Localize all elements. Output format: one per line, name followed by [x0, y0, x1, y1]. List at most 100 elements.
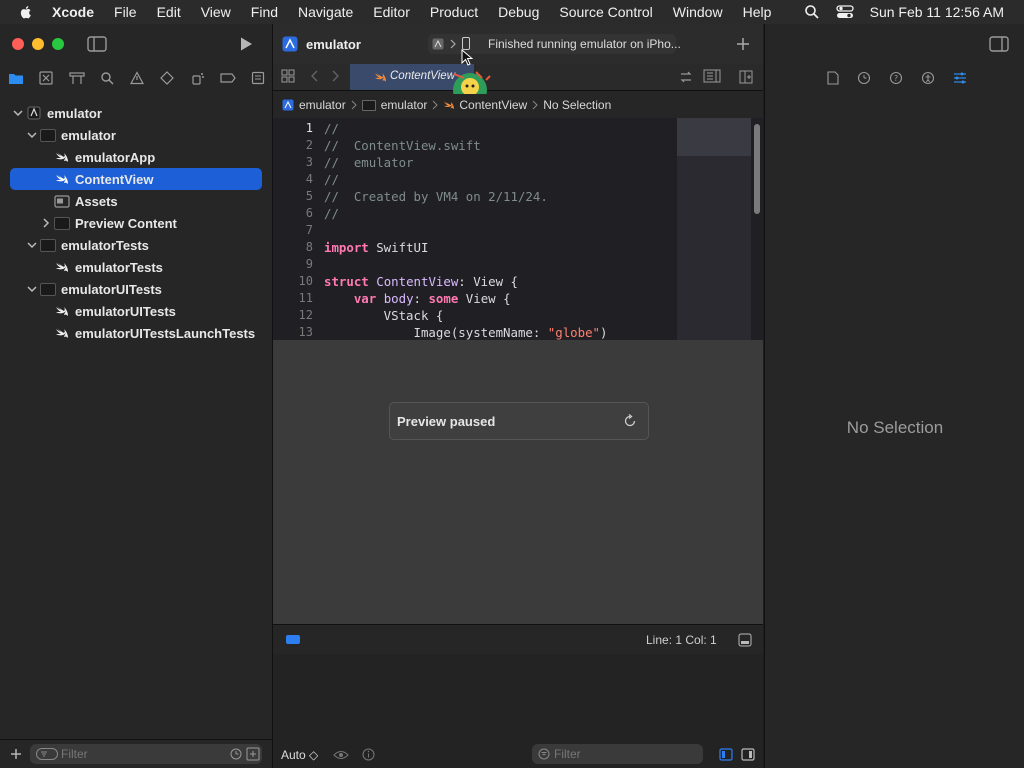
tree-item-emulatorapp[interactable]: emulatorApp: [10, 146, 264, 168]
code-line[interactable]: // Created by VM4 on 2/11/24.: [324, 189, 548, 204]
file-inspector-icon[interactable]: [827, 71, 839, 85]
disclosure-chevron-down-icon[interactable]: [26, 285, 38, 293]
menu-source-control[interactable]: Source Control: [559, 4, 652, 20]
attributes-inspector-sliders-icon[interactable]: [953, 71, 967, 85]
tree-item-launchtests-file[interactable]: emulatorUITestsLaunchTests: [10, 322, 264, 344]
eye-icon[interactable]: [333, 750, 349, 760]
source-control-filter-icon[interactable]: [246, 747, 260, 761]
tree-item-assets[interactable]: Assets: [10, 190, 264, 212]
code-line[interactable]: //: [324, 172, 339, 187]
minimize-window-button[interactable]: [32, 38, 44, 50]
disclosure-chevron-down-icon[interactable]: [26, 131, 38, 139]
menu-navigate[interactable]: Navigate: [298, 4, 353, 20]
app-menu[interactable]: Xcode: [52, 4, 94, 20]
report-navigator-list-icon[interactable]: [248, 68, 268, 88]
code-line[interactable]: // emulator: [324, 155, 414, 170]
tree-item-folder-emulatortests[interactable]: emulatorTests: [10, 234, 264, 256]
spotlight-search-icon[interactable]: [804, 4, 820, 20]
menu-file[interactable]: File: [114, 4, 137, 20]
history-inspector-clock-icon[interactable]: [857, 71, 871, 85]
tree-item-emulatoruitests-file[interactable]: emulatorUITests: [10, 300, 264, 322]
code-line[interactable]: import SwiftUI: [324, 240, 428, 255]
menu-product[interactable]: Product: [430, 4, 478, 20]
variables-scope-popup[interactable]: Auto ◇: [281, 748, 318, 762]
project-navigator-folder-icon[interactable]: [6, 68, 26, 88]
menu-help[interactable]: Help: [743, 4, 772, 20]
menu-editor[interactable]: Editor: [373, 4, 410, 20]
tree-item-emulatortests-file[interactable]: emulatorTests: [10, 256, 264, 278]
disclosure-chevron-right-icon[interactable]: [40, 218, 52, 228]
scheme-name[interactable]: emulator: [306, 37, 361, 52]
menu-edit[interactable]: Edit: [157, 4, 181, 20]
preview-status-text: Preview paused: [397, 414, 496, 429]
test-navigator-diamond-icon[interactable]: [157, 68, 177, 88]
filter-options-icon[interactable]: [36, 748, 58, 760]
source-code-editor[interactable]: 1 2 3 4 5 6 7 8 9 10 11 12 13 //// ContentView.swift…: [273, 118, 763, 340]
tree-item-contentview-selected[interactable]: ContentView: [10, 168, 262, 190]
close-window-button[interactable]: [12, 38, 24, 50]
minimap-viewport[interactable]: [677, 118, 751, 156]
show-console-view-icon[interactable]: [741, 748, 755, 761]
menu-find[interactable]: Find: [251, 4, 278, 20]
hide-debug-area-icon[interactable]: [738, 633, 752, 647]
zoom-window-button[interactable]: [52, 38, 64, 50]
code-line[interactable]: VStack {: [324, 308, 444, 323]
breadcrumb-project[interactable]: emulator: [299, 98, 346, 112]
navigate-forward-chevron-icon[interactable]: [331, 70, 339, 82]
tree-item-preview-content[interactable]: Preview Content: [10, 212, 264, 234]
add-plus-icon[interactable]: [10, 748, 22, 760]
code-review-arrows-icon[interactable]: [679, 70, 693, 84]
inspector-toggle-icon[interactable]: [989, 36, 1009, 52]
info-icon[interactable]: [362, 748, 375, 761]
source-control-navigator-icon[interactable]: [36, 68, 56, 88]
run-play-icon[interactable]: [238, 36, 254, 52]
tree-item-folder-emulatoruitests[interactable]: emulatorUITests: [10, 278, 264, 300]
recent-files-clock-icon[interactable]: [230, 748, 242, 760]
code-line[interactable]: //: [324, 121, 339, 136]
tree-item-label: emulatorUITestsLaunchTests: [75, 325, 256, 341]
breadcrumb-symbol[interactable]: No Selection: [543, 98, 611, 112]
code-line[interactable]: //: [324, 206, 339, 221]
editor-vertical-scrollbar[interactable]: [754, 124, 760, 214]
tree-item-label: emulatorTests: [75, 259, 163, 275]
breadcrumb-folder[interactable]: emulator: [381, 98, 428, 112]
sidebar-toggle-icon[interactable]: [87, 36, 107, 52]
find-navigator-magnifier-icon[interactable]: [97, 68, 117, 88]
code-line[interactable]: // ContentView.swift: [324, 138, 481, 153]
symbol-navigator-icon[interactable]: [67, 68, 87, 88]
disclosure-chevron-down-icon[interactable]: [12, 109, 24, 117]
editor-tab-bar: ContentView: [273, 64, 763, 91]
quick-help-question-icon[interactable]: ?: [889, 71, 903, 85]
menu-window[interactable]: Window: [673, 4, 723, 20]
disclosure-chevron-down-icon[interactable]: [26, 241, 38, 249]
menu-debug[interactable]: Debug: [498, 4, 539, 20]
debug-area-toggle-icon[interactable]: [286, 635, 300, 644]
navigator-filter-field[interactable]: Filter: [30, 744, 262, 764]
breadcrumb-file[interactable]: ContentView: [459, 98, 527, 112]
breakpoint-navigator-tag-icon[interactable]: [218, 68, 238, 88]
app-scheme-icon[interactable]: [432, 38, 444, 50]
add-editor-split-icon[interactable]: [739, 70, 753, 84]
related-items-grid-icon[interactable]: [281, 69, 295, 83]
line-number: 6: [305, 206, 313, 220]
code-line[interactable]: Image(systemName: "globe"): [324, 325, 608, 340]
accessibility-inspector-icon[interactable]: [921, 71, 935, 85]
issue-navigator-warning-icon[interactable]: [127, 68, 147, 88]
tree-item-project-emulator[interactable]: emulator: [10, 102, 264, 124]
apple-logo-icon[interactable]: [18, 4, 34, 20]
control-center-icon[interactable]: [835, 4, 854, 20]
editor-options-icon[interactable]: [703, 69, 721, 83]
navigate-back-chevron-icon[interactable]: [311, 70, 319, 82]
menu-view[interactable]: View: [201, 4, 231, 20]
inspector-empty-label: No Selection: [846, 418, 944, 437]
console-filter-field[interactable]: Filter: [532, 744, 703, 764]
debug-navigator-spray-icon[interactable]: [188, 68, 208, 88]
tree-item-folder-emulator[interactable]: emulator: [10, 124, 264, 146]
menu-bar-clock[interactable]: Sun Feb 11 12:56 AM: [870, 4, 1004, 20]
refresh-resume-icon[interactable]: [623, 414, 637, 428]
code-line[interactable]: struct ContentView: View {: [324, 274, 518, 289]
show-variables-view-icon[interactable]: [719, 748, 733, 761]
minimap[interactable]: [677, 118, 751, 340]
code-line[interactable]: var body: some View {: [324, 291, 511, 306]
library-add-plus-icon[interactable]: [736, 37, 750, 51]
